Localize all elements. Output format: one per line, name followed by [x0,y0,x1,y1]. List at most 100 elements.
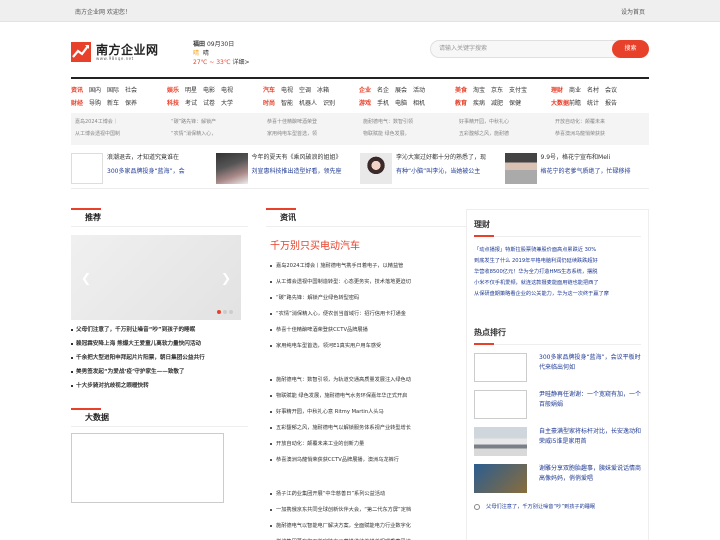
featured-item[interactable]: 李沁大案过好都十分的熟悉了，现 有种“小脑”叫李沁，当她被公主 [360,153,505,188]
weather-detail-link[interactable]: 详细> [233,59,250,66]
nav-item[interactable]: 展会 [395,85,407,94]
nav-item[interactable]: 智能 [281,98,293,107]
featured-item[interactable]: 9.9号，格花宁宣布和Meli 格花宁的老爹气质绝了，忙碌移排 [504,153,650,188]
nav-item[interactable]: 机器人 [299,98,317,107]
nav-category[interactable]: 教育 [455,98,467,107]
nav-category[interactable]: 汽车 [263,85,275,94]
nav-item[interactable]: 保健 [509,98,521,107]
hotlist-title[interactable]: 谢雕分享双胞胎趣事，胰妹爱说话情商高像妈妈，俏俏爱唱 [527,464,641,493]
nav-item[interactable]: 保养 [125,98,137,107]
nav-item[interactable]: 明星 [185,85,197,94]
featured-title[interactable]: 今年的夏天有《乘风破浪的姐姐》 [252,153,342,163]
nav-item[interactable]: 手机 [377,98,389,107]
nav-item[interactable]: 识别 [323,98,335,107]
site-logo[interactable]: 南方企业网 www.98nqe.net [71,40,159,64]
scroll-link[interactable]: 开放自动化：颠覆未来 [555,116,647,128]
nav-item[interactable]: 考试 [185,98,197,107]
hotlist-title[interactable]: 尹畦静再任谢谢：一个宽窥有加，一个百般娲娟 [527,390,641,419]
nav-item[interactable]: 国内 [89,85,101,94]
nav-item[interactable]: 电视 [221,85,233,94]
nav-item[interactable]: 京东 [491,85,503,94]
scroll-link[interactable]: “农情”消保精入心， [171,128,263,140]
nav-category[interactable]: 财经 [71,98,83,107]
nav-item[interactable]: 会议 [605,85,617,94]
nav-item[interactable]: 名村 [587,85,599,94]
news-item[interactable]: “碳”路先锋：解锁产业绿色转型密码 [266,290,466,306]
finance-item[interactable]: 「动点播报」特斯拉股票骑兼股价面高点累跌近 30% [474,245,641,256]
news-item[interactable]: 一加携俄京东共同全球创新伙伴大会，“第二代东方屏”定档 [266,502,466,518]
scroll-link[interactable]: 恭喜十佳精酿啤酒荣登 [267,116,359,128]
news-item[interactable]: 施耐德电气以智能电厂解决方案，全面赋能电力行业数字化 [266,518,466,534]
nav-category[interactable]: 资讯 [71,85,83,94]
nav-category[interactable]: 科技 [167,98,179,107]
bigdata-image[interactable] [71,433,224,503]
next-arrow-icon[interactable]: ❯ [221,271,231,285]
nav-item[interactable]: 冰箱 [317,85,329,94]
scroll-link[interactable]: 嘉岛2024工博会｜ [75,116,167,128]
recommend-item[interactable]: 千余把大型进阳申拜起片片阳票，朝日集团公益共行 [71,351,248,365]
news-item[interactable]: 从工博会透视中国制造转型：心态更务实，技术落地更迫切 [266,274,466,290]
nav-item[interactable]: 新车 [107,98,119,107]
scroll-link[interactable]: 从工博会透视中国制 [75,128,167,140]
featured-sub[interactable]: 刘宣惠科技推出造型好看，领先座 [252,167,342,177]
news-item[interactable]: 五彩馥郁之风，施耐德电气以解锁服务体系视产业转型增长 [266,420,466,436]
news-item[interactable]: 开放自动化：颠覆未来工业的创新力量 [266,436,466,452]
nav-item[interactable]: 支付宝 [509,85,527,94]
news-headline[interactable]: 千万别只买电动汽车 [270,237,466,252]
news-item[interactable]: 施耐德电气：数智引领，为轨道交通高质量发展注入绿色动 [266,372,466,388]
hotlist-extra[interactable]: 父母们注意了，千万别让噪音“吵”到孩子的睡眠 [474,503,641,510]
finance-item[interactable]: 到底发生了什么 2019年平格电脑利润仍延续跌跌超好 [474,256,641,267]
slider-dot[interactable] [229,310,233,314]
nav-item[interactable]: 国际 [107,85,119,94]
finance-item[interactable]: 华营收8500亿元！华为全力打造HMS生态系统，摆脱 [474,267,641,278]
recommend-item[interactable]: 父母们注意了，千万别让噪音“吵”到孩子的睡眠 [71,323,248,337]
slider-dot[interactable] [217,310,221,314]
news-item[interactable]: 恭喜澳洲乌龍悄荣获获CCTV品牌展播，澳洲乌龙裤行 [266,452,466,468]
scroll-link[interactable]: 恭喜澳洲乌龍悄荣获获 [555,128,647,140]
nav-item[interactable]: 淘宝 [473,85,485,94]
scroll-link[interactable]: 物联赋能 绿色发展， [363,128,455,140]
featured-title[interactable]: 李沁大案过好都十分的熟悉了，现 [396,153,486,163]
featured-title[interactable]: 9.9号，格花宁宣布和Meli [541,153,631,163]
nav-item[interactable]: 报告 [605,98,617,107]
recommend-slider[interactable]: ❮ ❯ [71,235,241,320]
news-item[interactable]: 嘉岛2024工博会丨施耐德电气携手日着电子，以精益管 [266,258,466,274]
nav-item[interactable]: 前瞻 [569,98,581,107]
nav-category[interactable]: 游戏 [359,98,371,107]
news-item[interactable]: 悦维集团董有旗下首家独立运营悦维纯养祥养相喂香惹忍达 [266,534,466,540]
scroll-link[interactable]: 好事精开园，中秋礼心 [459,116,551,128]
nav-item[interactable]: 相机 [413,98,425,107]
scroll-link[interactable]: 五彩馥郁之风，施耐德 [459,128,551,140]
nav-item[interactable]: 电影 [203,85,215,94]
news-item[interactable]: 恭喜十佳精酿啤酒荣登获CCTV品牌展播 [266,322,466,338]
featured-sub[interactable]: 有种“小脑”叫李沁，当她被公主 [396,167,486,177]
recommend-item[interactable]: 美男签发起“为爱战‘疫’守护家生——致敬了 [71,365,248,379]
hotlist-item[interactable]: 自主豪满型家将标杆对比，长安逸动和荣威i5谁是家用首 [474,427,641,456]
nav-category[interactable]: 娱乐 [167,85,179,94]
recommend-item[interactable]: 十大步骑对抗歧视之眼暖快转 [71,379,248,393]
search-input[interactable]: 请输入关键字搜索 [430,40,620,58]
featured-item[interactable]: 浪潮退去，才知道究竟谁在 300多家品牌投身“蓝海”，会 [71,153,216,188]
slider-dot[interactable] [223,310,227,314]
hotlist-item[interactable]: 300多家品牌投身“蓝海”，会议平板时代来临出何如 [474,353,641,382]
hotlist-item[interactable]: 谢雕分享双胞胎趣事，胰妹爱说话情商高像妈妈，俏俏爱唱 [474,464,641,493]
featured-title[interactable]: 浪潮退去，才知道究竟谁在 [107,153,185,163]
nav-category[interactable]: 大数据 [551,98,569,107]
search-button[interactable]: 搜索 [612,40,649,58]
featured-sub[interactable]: 300多家品牌投身“蓝海”，会 [107,167,185,177]
nav-item[interactable]: 空调 [299,85,311,94]
nav-category[interactable]: 理财 [551,85,563,94]
nav-item[interactable]: 活动 [413,85,425,94]
nav-item[interactable]: 社会 [125,85,137,94]
news-item[interactable]: 好事精开园，中秋礼心意 Ritmy Martin人头马 [266,404,466,420]
nav-item[interactable]: 电视 [281,85,293,94]
hotlist-extra-title[interactable]: 父母们注意了，千万别让噪音“吵”到孩子的睡眠 [486,503,595,510]
news-item[interactable]: 物联赋能 绿色发展，施耐德电气水务环保嘉年华正式开启 [266,388,466,404]
set-home-link[interactable]: 设为首页 [621,7,645,16]
nav-item[interactable]: 统计 [587,98,599,107]
scroll-link[interactable]: 家用纯电车型首选，领 [267,128,359,140]
nav-item[interactable]: 疾病 [473,98,485,107]
news-item[interactable]: 扬子江药业集团开展“中华慈善日”系列公益活动 [266,486,466,502]
scroll-link[interactable]: 施耐德电气：数智引领 [363,116,455,128]
nav-category[interactable]: 企业 [359,85,371,94]
